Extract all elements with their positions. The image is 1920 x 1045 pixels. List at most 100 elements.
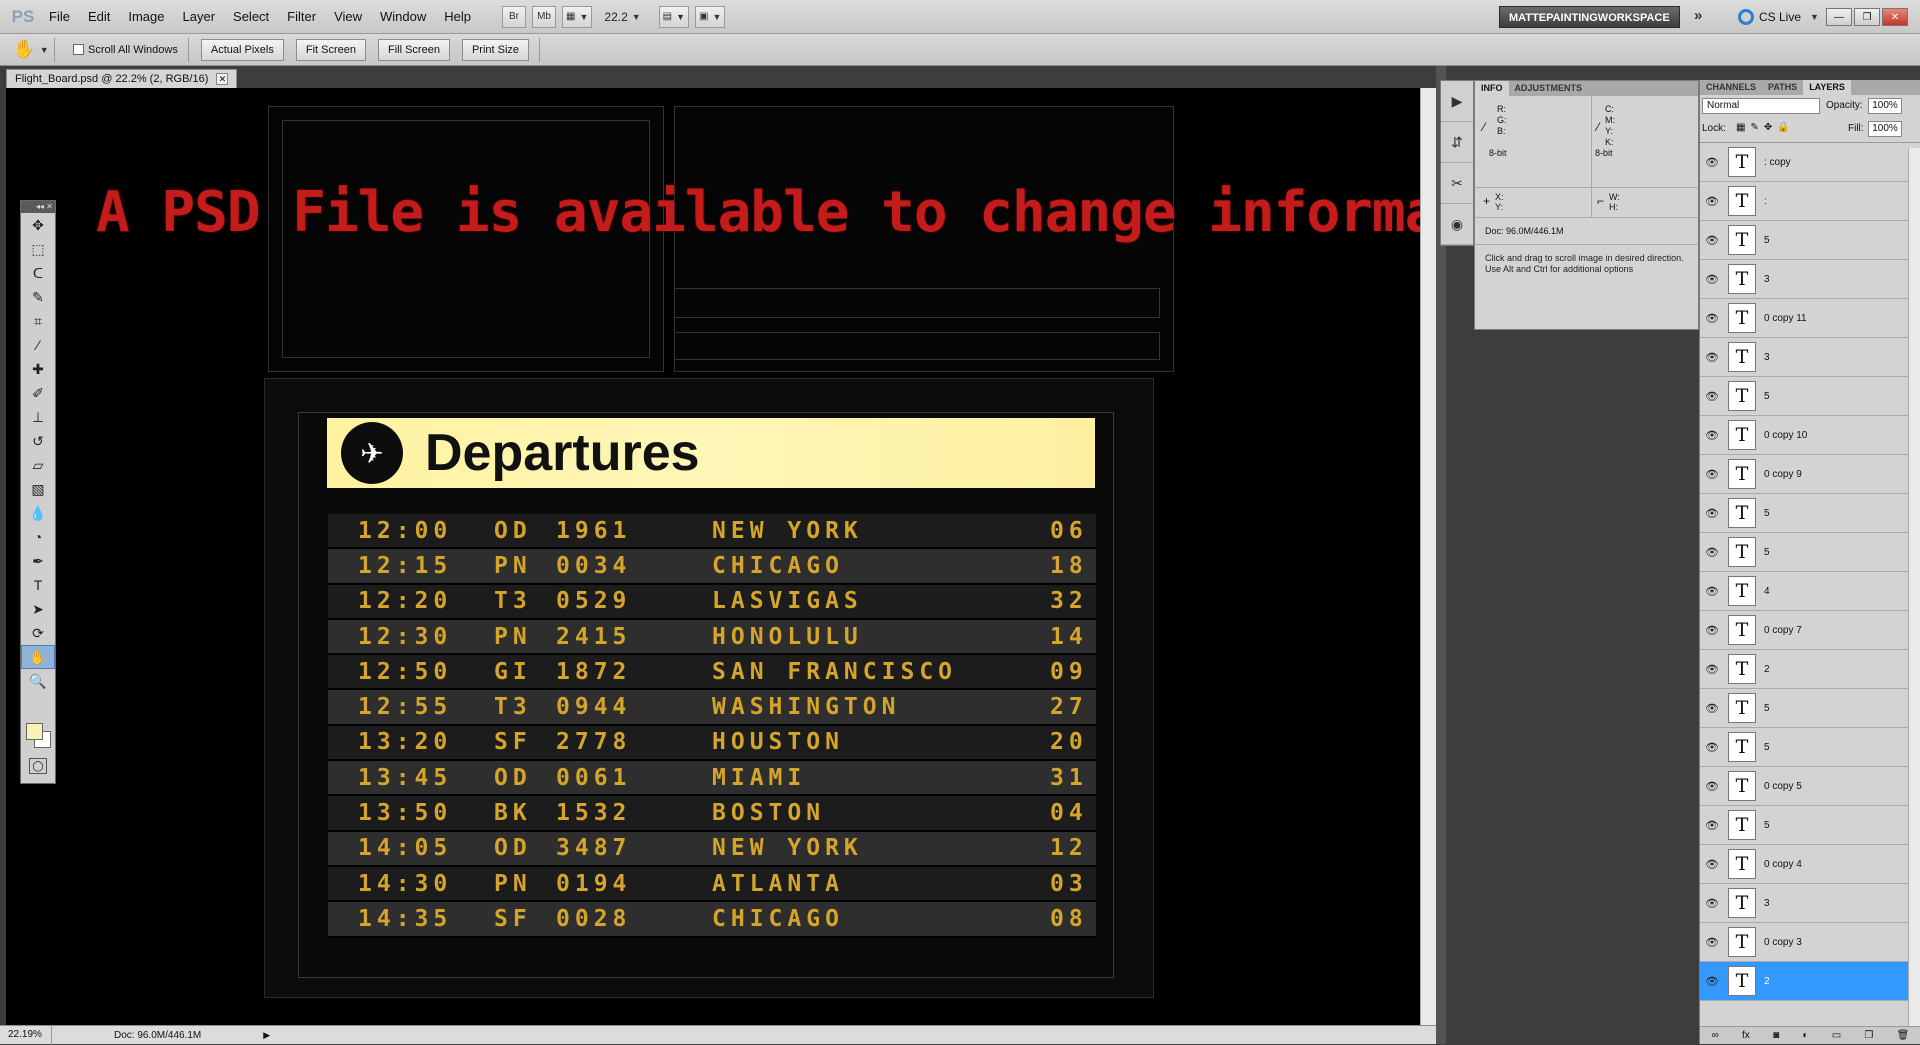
camera-panel-icon[interactable]: ◉	[1441, 204, 1473, 245]
layer-name[interactable]: 2	[1764, 664, 1770, 675]
close-icon[interactable]: ✕	[46, 202, 53, 211]
layer-name[interactable]: 0 copy 3	[1764, 937, 1802, 948]
layer-row[interactable]: 👁 T 0 copy 4	[1700, 845, 1920, 884]
layer-name[interactable]: 4	[1764, 586, 1770, 597]
bridge-button[interactable]: Br	[502, 5, 527, 28]
visibility-eye-icon[interactable]: 👁	[1700, 351, 1724, 364]
layer-row[interactable]: 👁 T 5	[1700, 377, 1920, 416]
visibility-eye-icon[interactable]: 👁	[1700, 624, 1724, 637]
scroll-all-windows-checkbox[interactable]: Scroll All Windows	[73, 44, 178, 56]
marquee-tool[interactable]: ⬚	[21, 237, 55, 261]
quick-mask-button[interactable]: ◯	[29, 758, 47, 774]
layer-row[interactable]: 👁 T: copy	[1700, 143, 1920, 182]
visibility-eye-icon[interactable]: 👁	[1700, 429, 1724, 442]
history-brush-tool[interactable]: ↺	[21, 429, 55, 453]
foreground-color-swatch[interactable]	[26, 723, 43, 740]
layer-name[interactable]: 5	[1764, 235, 1770, 246]
visibility-eye-icon[interactable]: 👁	[1700, 663, 1724, 676]
gradient-tool[interactable]: ▧	[21, 477, 55, 501]
layer-row[interactable]: 👁 T 5	[1700, 221, 1920, 260]
layer-row[interactable]: 👁 T 5	[1700, 806, 1920, 845]
layer-name[interactable]: 5	[1764, 703, 1770, 714]
visibility-eye-icon[interactable]: 👁	[1700, 195, 1724, 208]
visibility-eye-icon[interactable]: 👁	[1700, 585, 1724, 598]
adjustment-layer-icon[interactable]: ◐	[1802, 1030, 1808, 1041]
layer-row[interactable]: 👁 T 2	[1700, 962, 1920, 1001]
close-icon[interactable]: ✕	[216, 73, 229, 85]
tools-panel-header[interactable]: ◂◂ ✕	[21, 201, 55, 213]
menu-file[interactable]: File	[40, 0, 79, 34]
layer-mask-icon[interactable]: ◙	[1773, 1030, 1779, 1041]
screen-mode-button[interactable]: ▣ ▼	[695, 5, 726, 28]
layer-name[interactable]: 5	[1764, 820, 1770, 831]
status-menu-arrow-icon[interactable]: ▶	[263, 1030, 270, 1041]
menu-window[interactable]: Window	[371, 0, 435, 34]
menu-filter[interactable]: Filter	[278, 0, 325, 34]
menu-help[interactable]: Help	[435, 0, 480, 34]
layer-name[interactable]: 3	[1764, 898, 1770, 909]
arrange-documents-button[interactable]: ▤ ▼	[658, 5, 690, 28]
zoom-level[interactable]: 22.2	[604, 10, 627, 24]
layer-name[interactable]: 0 copy 11	[1764, 313, 1807, 324]
blur-tool[interactable]: 💧	[21, 501, 55, 525]
menu-edit[interactable]: Edit	[79, 0, 119, 34]
tab-paths[interactable]: PATHS	[1762, 80, 1803, 95]
quick-selection-tool[interactable]: ✎	[21, 285, 55, 309]
minimize-button[interactable]: —	[1826, 8, 1852, 26]
chevron-down-icon[interactable]: ▼	[632, 12, 641, 22]
path-selection-tool[interactable]: ➤	[21, 597, 55, 621]
layer-name[interactable]: 0 copy 7	[1764, 625, 1802, 636]
visibility-eye-icon[interactable]: 👁	[1700, 780, 1724, 793]
checkbox-box[interactable]	[73, 44, 84, 55]
layer-style-icon[interactable]: fx	[1742, 1030, 1750, 1041]
layer-name[interactable]: 5	[1764, 391, 1770, 402]
pen-tool[interactable]: ✒	[21, 549, 55, 573]
menu-select[interactable]: Select	[224, 0, 278, 34]
layer-name[interactable]: 5	[1764, 508, 1770, 519]
visibility-eye-icon[interactable]: 👁	[1700, 975, 1724, 988]
close-button[interactable]: ✕	[1882, 8, 1908, 26]
layer-name[interactable]: 0 copy 10	[1764, 430, 1807, 441]
menu-layer[interactable]: Layer	[174, 0, 225, 34]
move-tool[interactable]: ✥	[21, 213, 55, 237]
visibility-eye-icon[interactable]: 👁	[1700, 702, 1724, 715]
visibility-eye-icon[interactable]: 👁	[1700, 507, 1724, 520]
layer-row[interactable]: 👁 T 4	[1700, 572, 1920, 611]
layer-row[interactable]: 👁 T 5	[1700, 533, 1920, 572]
actual-pixels-button[interactable]: Actual Pixels	[200, 38, 284, 61]
new-layer-icon[interactable]: ❐	[1864, 1030, 1873, 1041]
layer-row[interactable]: 👁 T:	[1700, 182, 1920, 221]
delete-layer-icon[interactable]: 🗑	[1897, 1030, 1910, 1041]
eyedropper-tool[interactable]: ⁄	[21, 333, 55, 357]
type-tool[interactable]: T	[21, 573, 55, 597]
link-layers-icon[interactable]: ∞	[1712, 1030, 1719, 1041]
fit-screen-button[interactable]: Fit Screen	[295, 38, 366, 61]
eraser-tool[interactable]: ▱	[21, 453, 55, 477]
group-icon[interactable]: ▭	[1832, 1030, 1841, 1041]
lock-all-icon[interactable]: 🔒	[1777, 122, 1794, 133]
canvas-vertical-scrollbar[interactable]	[1420, 88, 1436, 1025]
layer-name[interactable]: 0 copy 5	[1764, 781, 1802, 792]
visibility-eye-icon[interactable]: 👁	[1700, 390, 1724, 403]
layer-row[interactable]: 👁 T 5	[1700, 728, 1920, 767]
tool-preset-picker[interactable]: ✋ ▼	[13, 38, 48, 62]
layer-name[interactable]: : copy	[1764, 157, 1791, 168]
visibility-eye-icon[interactable]: 👁	[1700, 741, 1724, 754]
tab-channels[interactable]: CHANNELS	[1700, 80, 1762, 95]
layer-row[interactable]: 👁 T 0 copy 10	[1700, 416, 1920, 455]
layer-row[interactable]: 👁 T 0 copy 11	[1700, 299, 1920, 338]
layer-name[interactable]: 5	[1764, 742, 1770, 753]
status-zoom[interactable]: 22.19%	[0, 1025, 52, 1045]
hand-tool[interactable]: ✋	[21, 645, 55, 669]
layer-row[interactable]: 👁 T 0 copy 5	[1700, 767, 1920, 806]
lock-position-icon[interactable]: ✥	[1764, 122, 1777, 133]
layers-scrollbar[interactable]	[1908, 148, 1920, 1026]
opacity-field[interactable]: 100%	[1868, 98, 1902, 114]
visibility-eye-icon[interactable]: 👁	[1700, 819, 1724, 832]
actions-panel-icon[interactable]: ▶	[1441, 81, 1473, 122]
layer-name[interactable]: 0 copy 4	[1764, 859, 1802, 870]
brush-presets-icon[interactable]: ✂	[1441, 163, 1473, 204]
layer-row[interactable]: 👁 T 0 copy 9	[1700, 455, 1920, 494]
tab-layers[interactable]: LAYERS	[1803, 80, 1851, 95]
print-size-button[interactable]: Print Size	[461, 38, 530, 61]
